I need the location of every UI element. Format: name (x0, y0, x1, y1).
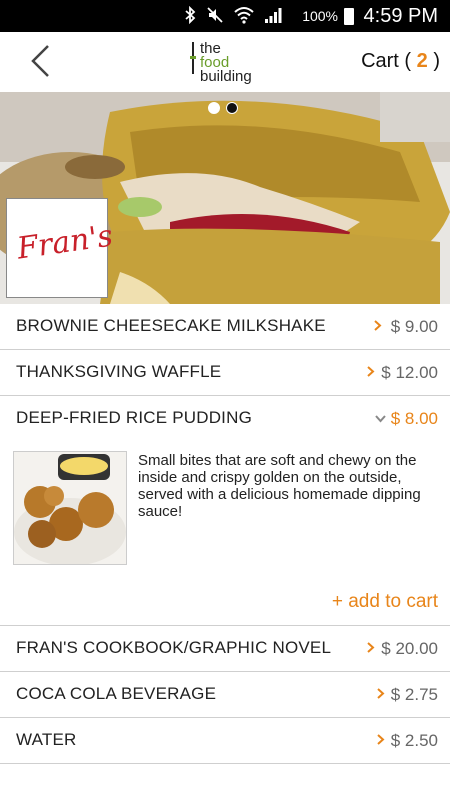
menu-item-price: $ 9.00 (390, 317, 438, 336)
item-description: Small bites that are soft and chewy on t… (138, 452, 421, 520)
menu-item[interactable]: COCA COLA BEVERAGE $ 2.75 (0, 672, 450, 718)
chevron-left-icon (31, 45, 49, 77)
carousel-dot-1[interactable] (208, 102, 220, 114)
vendor-logo: Fran's (6, 198, 115, 298)
menu-item-expanded[interactable]: DEEP-FRIED RICE PUDDING $ 8.00 (0, 396, 450, 441)
app-logo[interactable]: the food building (188, 38, 278, 88)
back-button[interactable] (26, 42, 58, 80)
menu-item-name: DEEP-FRIED RICE PUDDING (16, 408, 253, 427)
menu-item[interactable]: WATER $ 2.50 (0, 718, 450, 764)
menu-item[interactable]: BROWNIE CHEESECAKE MILKSHAKE $ 9.00 (0, 304, 450, 350)
wifi-icon (234, 7, 254, 24)
menu-item-name: THANKSGIVING WAFFLE (16, 362, 222, 381)
carousel-indicator (208, 102, 238, 114)
chevron-right-icon (377, 688, 385, 699)
vendor-logo-text: Fran's (15, 218, 115, 267)
menu-item[interactable]: FRAN'S COOKBOOK/GRAPHIC NOVEL $ 20.00 (0, 626, 450, 672)
menu-item[interactable]: THANKSGIVING WAFFLE $ 12.00 (0, 350, 450, 396)
battery-percent: 100% (302, 8, 338, 24)
item-photo (13, 451, 127, 565)
carousel-dot-2[interactable] (226, 102, 238, 114)
signal-icon (265, 8, 282, 23)
menu-item-name: COCA COLA BEVERAGE (16, 684, 217, 703)
cart-label: Cart ( (361, 50, 412, 72)
clock: 4:59 PM (363, 5, 438, 27)
item-photo-image (14, 452, 126, 564)
mute-icon (207, 7, 223, 23)
add-to-cart-button[interactable]: + add to cart (332, 591, 438, 613)
logo-line-3: building (200, 68, 252, 85)
chevron-right-icon (374, 320, 382, 331)
bluetooth-icon (185, 6, 196, 24)
app-header: the food building Cart ( 2 ) (0, 32, 450, 93)
menu-item-price: $ 8.00 (390, 409, 438, 428)
menu-item-price: $ 2.50 (390, 731, 438, 750)
battery-icon (344, 8, 354, 25)
menu-item-name: FRAN'S COOKBOOK/GRAPHIC NOVEL (16, 638, 332, 657)
menu-item-name: WATER (16, 730, 77, 749)
menu-item-detail: Small bites that are soft and chewy on t… (0, 441, 450, 626)
hero-carousel[interactable]: Fran's (0, 92, 450, 304)
cart-button[interactable]: Cart ( 2 ) (361, 50, 440, 73)
menu-item-name: BROWNIE CHEESECAKE MILKSHAKE (16, 316, 326, 335)
menu-list: BROWNIE CHEESECAKE MILKSHAKE $ 9.00 THAN… (0, 304, 450, 764)
chevron-down-icon (375, 415, 386, 423)
status-bar: 100% 4:59 PM (0, 0, 450, 32)
chevron-right-icon (367, 366, 375, 377)
menu-item-price: $ 12.00 (381, 363, 438, 382)
status-icons (184, 6, 282, 24)
menu-item-price: $ 2.75 (390, 685, 438, 704)
chevron-right-icon (377, 734, 385, 745)
menu-item-price: $ 20.00 (381, 639, 438, 658)
chevron-right-icon (367, 642, 375, 653)
cart-label-close: ) (433, 50, 440, 72)
fork-icon (190, 42, 196, 74)
cart-count: 2 (416, 50, 428, 72)
